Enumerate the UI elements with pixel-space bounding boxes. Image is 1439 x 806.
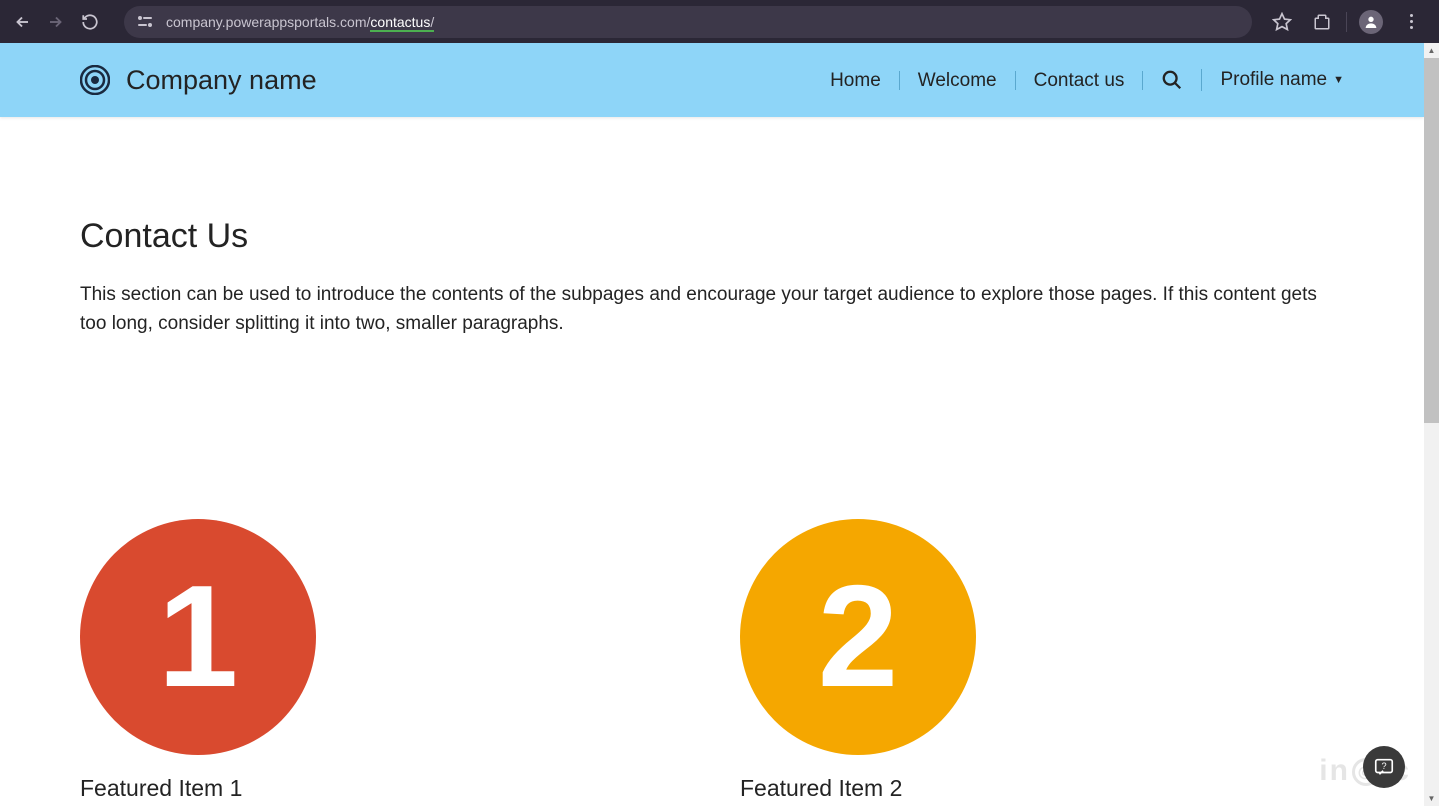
brand-name: Company name — [126, 65, 317, 96]
site-header: Company name Home Welcome Contact us Pro… — [0, 43, 1424, 117]
scrollbar-thumb[interactable] — [1424, 58, 1439, 423]
nav-profile-label: Profile name — [1220, 69, 1327, 91]
chevron-down-icon: ▼ — [1333, 74, 1344, 86]
featured-circle-2: 2 — [740, 519, 976, 755]
scrollbar-down[interactable]: ▼ — [1424, 791, 1439, 806]
featured-item-1: 1 Featured Item 1 — [80, 519, 660, 802]
featured-circle-1: 1 — [80, 519, 316, 755]
extensions-icon[interactable] — [1306, 6, 1338, 38]
brand[interactable]: Company name — [80, 65, 317, 96]
url-text: company.powerappsportals.com/contactus/ — [166, 14, 434, 30]
help-icon: ? — [1373, 756, 1395, 778]
browser-chrome: company.powerappsportals.com/contactus/ — [0, 0, 1439, 43]
featured-number-2: 2 — [818, 564, 899, 709]
nav-contact-us[interactable]: Contact us — [1016, 71, 1144, 90]
featured-title-1: Featured Item 1 — [80, 775, 660, 802]
help-button[interactable]: ? — [1363, 746, 1405, 788]
scrollbar-track[interactable] — [1424, 58, 1439, 791]
main-content: Contact Us This section can be used to i… — [0, 117, 1424, 802]
scrollbar[interactable]: ▲ ▼ — [1424, 43, 1439, 806]
brand-logo-icon — [80, 65, 110, 95]
page-description: This section can be used to introduce th… — [80, 280, 1344, 339]
divider — [1346, 12, 1347, 32]
address-bar[interactable]: company.powerappsportals.com/contactus/ — [124, 6, 1252, 38]
featured-number-1: 1 — [158, 564, 239, 709]
featured-title-2: Featured Item 2 — [740, 775, 1320, 802]
featured-item-2: 2 Featured Item 2 — [740, 519, 1320, 802]
featured-section: 1 Featured Item 1 2 Featured Item 2 — [80, 519, 1344, 802]
nav-welcome[interactable]: Welcome — [900, 71, 1016, 90]
scrollbar-up[interactable]: ▲ — [1424, 43, 1439, 58]
nav-profile[interactable]: Profile name ▼ — [1202, 69, 1344, 91]
svg-text:?: ? — [1381, 761, 1386, 771]
profile-avatar[interactable] — [1355, 6, 1387, 38]
reload-button[interactable] — [76, 8, 104, 36]
page-title: Contact Us — [80, 217, 1344, 256]
site-settings-icon[interactable] — [136, 14, 156, 30]
nav-home[interactable]: Home — [812, 71, 900, 90]
nav-menu: Home Welcome Contact us Profile name ▼ — [812, 69, 1344, 91]
forward-button[interactable] — [42, 8, 70, 36]
nav-search[interactable] — [1143, 69, 1202, 91]
chrome-menu[interactable] — [1395, 6, 1427, 38]
bookmark-icon[interactable] — [1266, 6, 1298, 38]
search-icon — [1161, 69, 1183, 91]
back-button[interactable] — [8, 8, 36, 36]
